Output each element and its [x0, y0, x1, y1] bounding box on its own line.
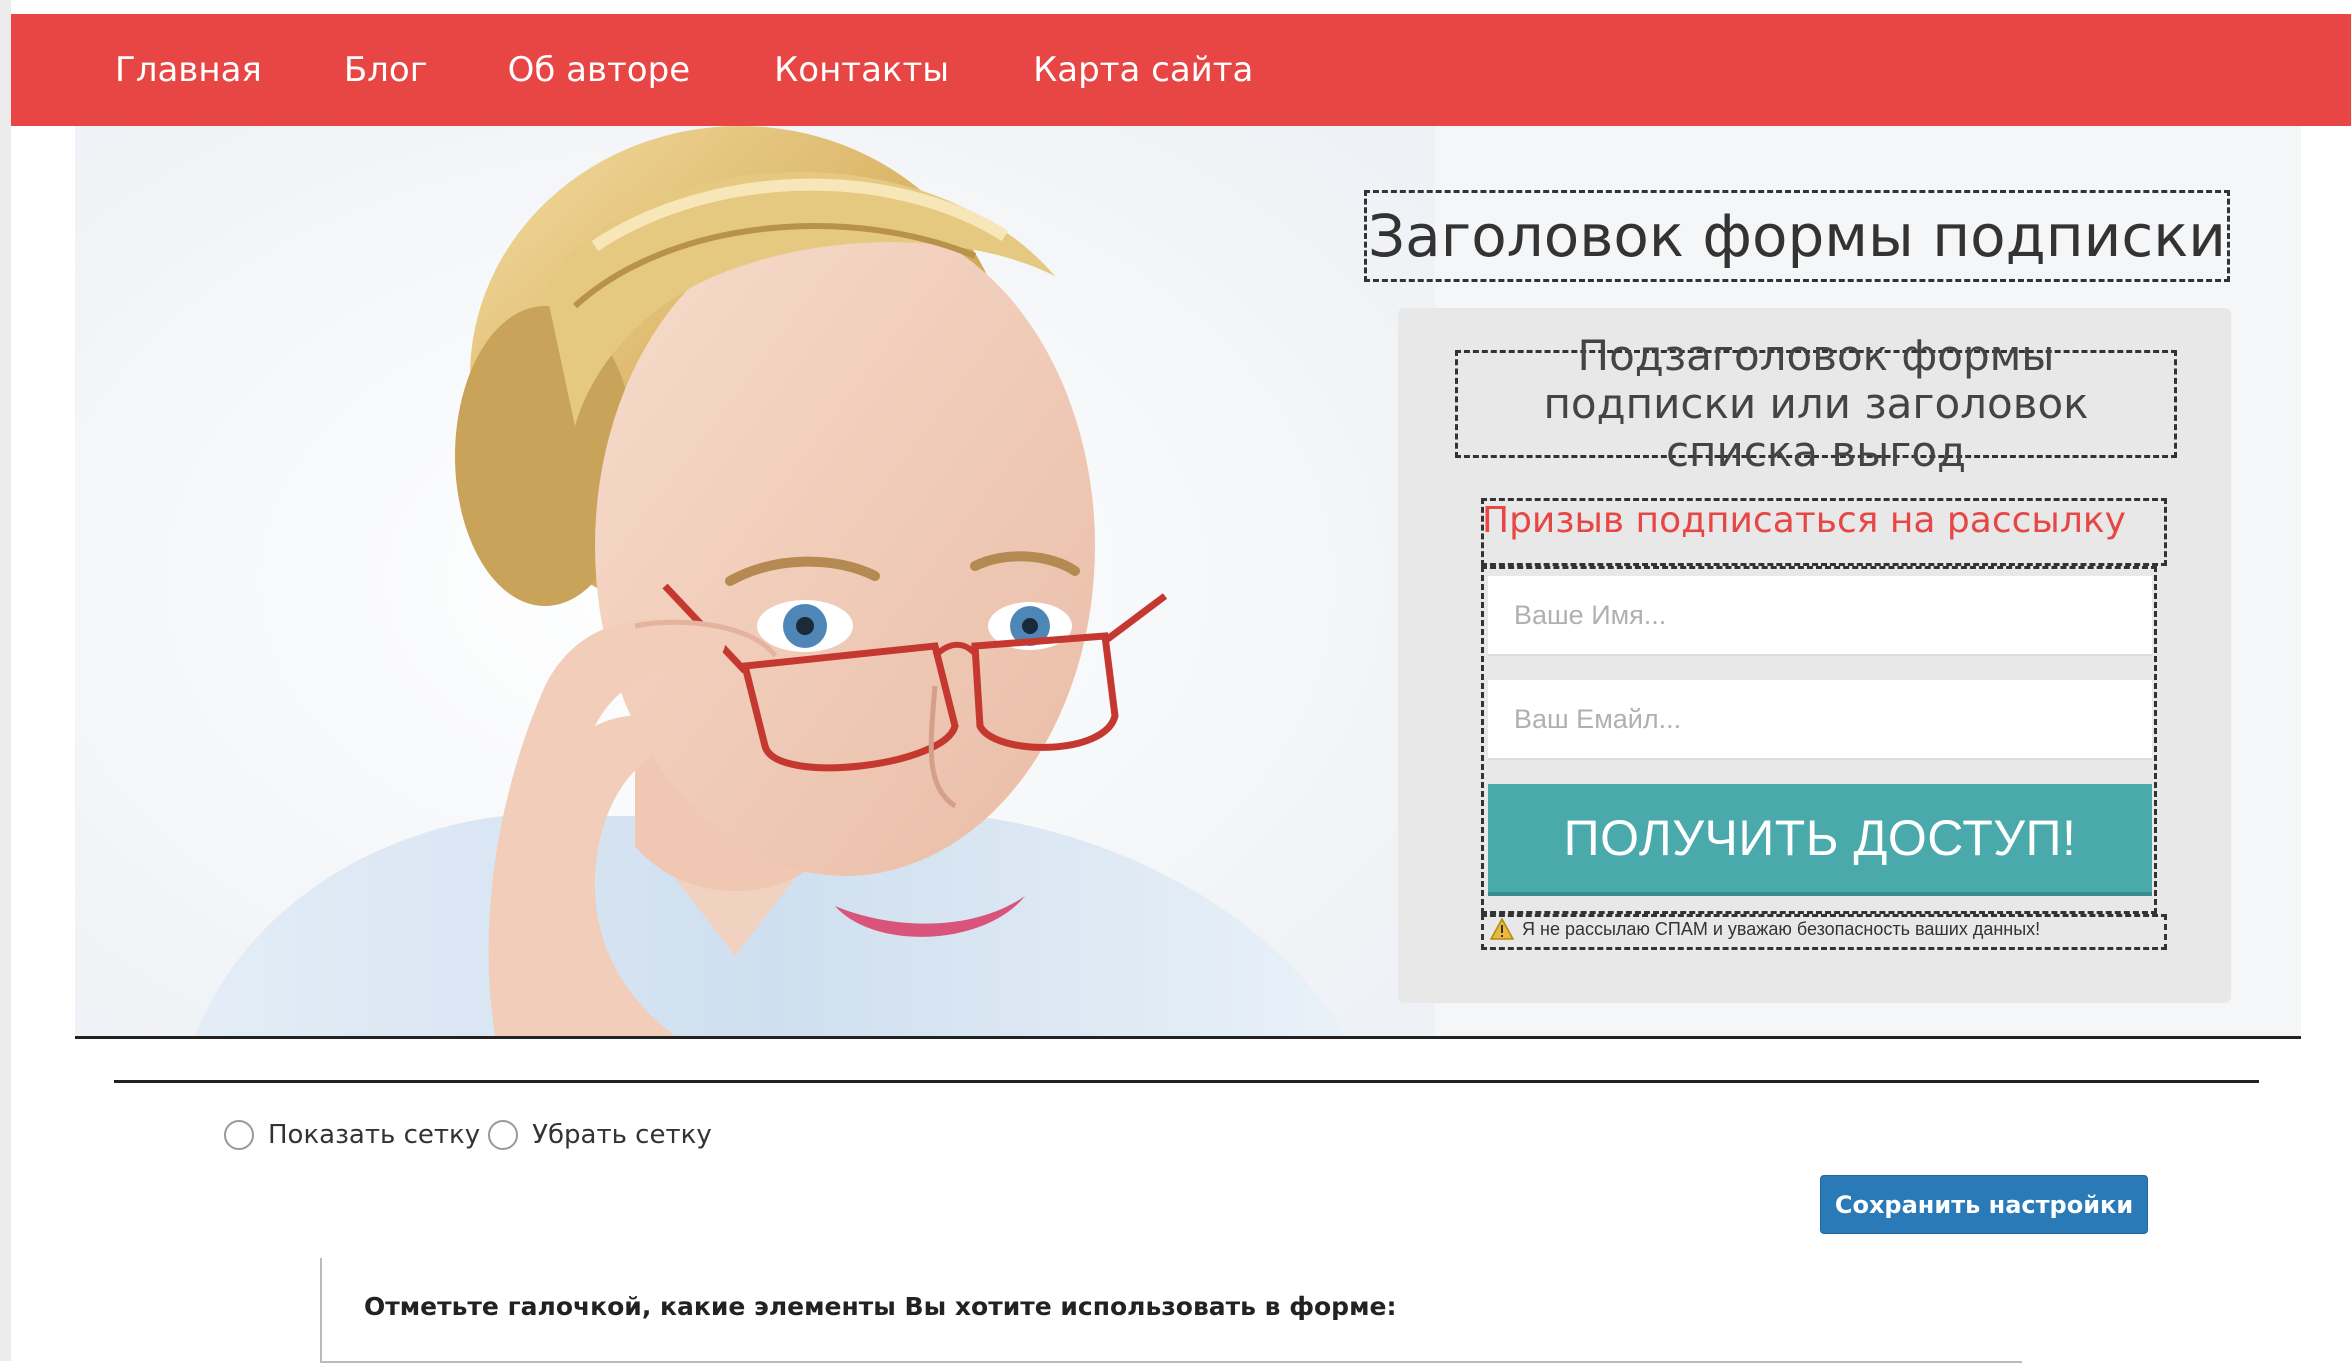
- privacy-text: Я не рассылаю СПАМ и уважаю безопасность…: [1522, 918, 2041, 939]
- hero-bottom-border: [75, 1036, 2301, 1039]
- privacy-note: Я не рассылаю СПАМ и уважаю безопасность…: [1490, 918, 2040, 940]
- nav-item-sitemap[interactable]: Карта сайта: [1033, 50, 1253, 90]
- form-subheadline: Подзаголовок формы подписки или заголово…: [1543, 331, 2089, 476]
- left-margin: [0, 0, 11, 1361]
- form-headline-frame: Заголовок формы подписки: [1364, 190, 2230, 282]
- settings-title: Отметьте галочкой, какие элементы Вы хот…: [364, 1292, 1397, 1321]
- form-subheadline-frame: Подзаголовок формы подписки или заголово…: [1455, 332, 2177, 476]
- warning-icon: [1490, 918, 1514, 940]
- top-navigation: Главная Блог Об авторе Контакты Карта са…: [11, 14, 2351, 126]
- show-grid-radio[interactable]: [224, 1120, 254, 1150]
- nav-item-contacts[interactable]: Контакты: [774, 50, 949, 90]
- hide-grid-radio[interactable]: [488, 1120, 519, 1150]
- nav-item-about[interactable]: Об авторе: [508, 50, 691, 90]
- nav-item-blog[interactable]: Блог: [344, 50, 428, 90]
- show-grid-label[interactable]: Показать сетку: [268, 1120, 480, 1150]
- name-field[interactable]: [1488, 576, 2152, 656]
- section-divider: [114, 1080, 2259, 1083]
- form-headline: Заголовок формы подписки: [1368, 202, 2226, 270]
- form-call-to-action: Призыв подписаться на рассылку: [1482, 500, 2126, 541]
- get-access-button[interactable]: ПОЛУЧИТЬ ДОСТУП!: [1488, 784, 2152, 892]
- nav-item-home[interactable]: Главная: [115, 50, 262, 90]
- hide-grid-label[interactable]: Убрать сетку: [532, 1120, 712, 1150]
- grid-toggle-group: Показать сетку Убрать сетку: [224, 1120, 712, 1150]
- hero-photo-woman-glasses: [75, 126, 1435, 1036]
- save-settings-button[interactable]: Сохранить настройки: [1820, 1175, 2148, 1234]
- email-field[interactable]: [1488, 680, 2152, 760]
